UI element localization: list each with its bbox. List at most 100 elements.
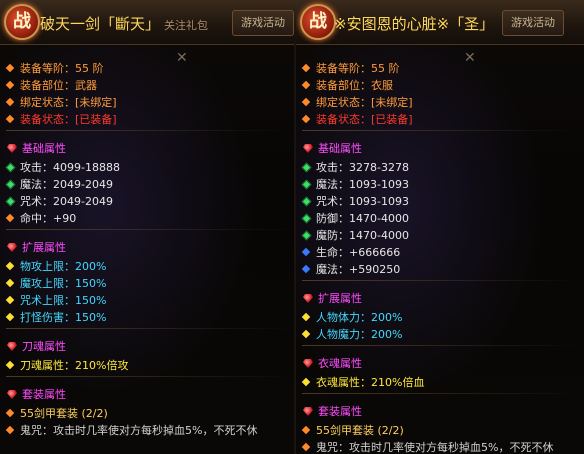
game-event-button[interactable]: 游戏活动 bbox=[502, 10, 564, 36]
tooltip-header: 战 破天一剑「斷天」 关注礼包 游戏活动 bbox=[0, 0, 296, 45]
section-title: 基础属性 bbox=[318, 142, 362, 155]
attribute-text: 装备部位：武器 bbox=[20, 79, 97, 92]
bullet-icon bbox=[301, 114, 311, 124]
attribute-text: 咒术：1093-1093 bbox=[316, 195, 409, 208]
gem-icon bbox=[303, 407, 313, 416]
attribute-text: 人物魔力：200% bbox=[316, 328, 403, 341]
gem-icon bbox=[7, 342, 17, 351]
bullet-icon bbox=[301, 162, 312, 173]
section-title: 基础属性 bbox=[22, 142, 66, 155]
attribute-text: 装备状态：[已装备] bbox=[20, 113, 117, 126]
battle-emblem-icon: 战 bbox=[300, 4, 336, 40]
item-tooltip-armor: 战 ※安图恩的心脏※「圣」 游戏活动 ✕ 装备等阶：55 阶装备部位：衣服 绑定状… bbox=[296, 0, 584, 454]
basic-info-row: 装备部位：武器 bbox=[5, 77, 292, 94]
attribute-text: 攻击：4099-18888 bbox=[20, 161, 120, 174]
extended-attribute-row: 物攻上限：200% bbox=[5, 258, 292, 275]
bullet-icon bbox=[301, 230, 312, 241]
attribute-text: 攻击：3278-3278 bbox=[316, 161, 409, 174]
gem-icon bbox=[303, 144, 313, 153]
bullet-icon bbox=[5, 196, 16, 207]
attribute-text: 衣魂属性：210%倍血 bbox=[316, 376, 425, 389]
item-name: 破天一剑「斷天」 bbox=[40, 15, 161, 33]
section-set-attributes: 套装属性 bbox=[6, 385, 292, 405]
bullet-icon bbox=[301, 442, 311, 452]
attribute-text: 装备状态：[已装备] bbox=[316, 113, 413, 126]
bullet-icon bbox=[301, 264, 311, 274]
set-attribute-row: 55剑甲套装 (2/2) bbox=[5, 405, 292, 422]
attribute-text: 装备等阶：55 阶 bbox=[316, 62, 400, 75]
extended-attribute-row: 咒术上限：150% bbox=[5, 292, 292, 309]
section-base-attributes: 基础属性 bbox=[6, 139, 292, 159]
bullet-icon bbox=[301, 213, 312, 224]
section-title: 刀魂属性 bbox=[22, 340, 66, 353]
section-extended-attributes: 扩展属性 bbox=[302, 289, 580, 309]
base-attribute-row: 魔法：1093-1093 bbox=[301, 176, 580, 193]
base-attribute-row: 命中：+90 bbox=[5, 210, 292, 227]
attribute-text: 生命：+666666 bbox=[316, 246, 401, 259]
gem-icon bbox=[303, 294, 313, 303]
base-attribute-row: 攻击：4099-18888 bbox=[5, 159, 292, 176]
base-attribute-row: 咒术：1093-1093 bbox=[301, 193, 580, 210]
battle-emblem-icon: 战 bbox=[4, 4, 40, 40]
attribute-text: 命中：+90 bbox=[20, 212, 77, 225]
bullet-icon bbox=[301, 80, 311, 90]
soul-attribute-row: 刀魂属性：210%倍攻 bbox=[5, 357, 292, 374]
section-soul-attributes: 衣魂属性 bbox=[302, 354, 580, 374]
section-title: 套装属性 bbox=[22, 388, 66, 401]
base-attribute-row: 魔法：+590250 bbox=[301, 261, 580, 278]
bullet-icon bbox=[5, 213, 15, 223]
attribute-text: 55剑甲套装 (2/2) bbox=[20, 407, 108, 420]
attribute-text: 物攻上限：200% bbox=[20, 260, 107, 273]
attribute-text: 鬼咒：攻击时几率使对方每秒掉血5%，不死不休 bbox=[20, 424, 258, 437]
basic-info-row: 绑定状态：[未绑定] bbox=[5, 94, 292, 111]
basic-info-row: 装备等阶：55 阶 bbox=[301, 60, 580, 77]
bullet-icon bbox=[5, 408, 15, 418]
bullet-icon bbox=[301, 196, 312, 207]
bullet-icon bbox=[5, 425, 15, 435]
game-event-button[interactable]: 游戏活动 bbox=[232, 10, 294, 36]
bullet-icon bbox=[301, 312, 311, 322]
attribute-text: 咒术上限：150% bbox=[20, 294, 107, 307]
bullet-icon bbox=[5, 162, 16, 173]
bullet-icon bbox=[5, 360, 15, 370]
bullet-icon bbox=[5, 312, 15, 322]
attribute-text: 绑定状态：[未绑定] bbox=[20, 96, 117, 109]
base-attribute-row: 生命：+666666 bbox=[301, 244, 580, 261]
attribute-text: 鬼咒：攻击时几率使对方每秒掉血5%，不死不休 bbox=[316, 441, 554, 454]
set-attribute-row: 55剑甲套装 (2/2) bbox=[301, 422, 580, 439]
base-attribute-row: 防御：1470-4000 bbox=[301, 210, 580, 227]
extended-attribute-row: 魔攻上限：150% bbox=[5, 275, 292, 292]
section-title: 套装属性 bbox=[318, 405, 362, 418]
section-title: 扩展属性 bbox=[318, 292, 362, 305]
section-extended-attributes: 扩展属性 bbox=[6, 238, 292, 258]
bullet-icon bbox=[301, 425, 311, 435]
base-attribute-row: 咒术：2049-2049 bbox=[5, 193, 292, 210]
attribute-text: 装备部位：衣服 bbox=[316, 79, 393, 92]
attribute-text: 魔攻上限：150% bbox=[20, 277, 107, 290]
set-attribute-row: 鬼咒：攻击时几率使对方每秒掉血5%，不死不休 bbox=[5, 422, 292, 439]
soul-attribute-row: 衣魂属性：210%倍血 bbox=[301, 374, 580, 391]
bullet-icon bbox=[301, 97, 311, 107]
attribute-text: 刀魂属性：210%倍攻 bbox=[20, 359, 129, 372]
bullet-icon bbox=[5, 97, 15, 107]
section-base-attributes: 基础属性 bbox=[302, 139, 580, 159]
basic-info-row: 装备部位：衣服 bbox=[301, 77, 580, 94]
section-soul-attributes: 刀魂属性 bbox=[6, 337, 292, 357]
attribute-text: 咒术：2049-2049 bbox=[20, 195, 113, 208]
bullet-icon bbox=[5, 295, 15, 305]
bullet-icon bbox=[5, 261, 15, 271]
gem-icon bbox=[7, 144, 17, 153]
bullet-icon bbox=[301, 179, 312, 190]
gift-link[interactable]: 关注礼包 bbox=[164, 19, 208, 32]
bullet-icon bbox=[301, 329, 311, 339]
attribute-text: 55剑甲套装 (2/2) bbox=[316, 424, 404, 437]
item-title: 破天一剑「斷天」 关注礼包 bbox=[40, 13, 208, 34]
attribute-text: 防御：1470-4000 bbox=[316, 212, 409, 225]
attribute-text: 魔防：1470-4000 bbox=[316, 229, 409, 242]
section-title: 扩展属性 bbox=[22, 241, 66, 254]
basic-info-row: 绑定状态：[未绑定] bbox=[301, 94, 580, 111]
section-set-attributes: 套装属性 bbox=[302, 402, 580, 422]
extended-attribute-row: 人物魔力：200% bbox=[301, 326, 580, 343]
basic-info-row: 装备状态：[已装备] bbox=[5, 111, 292, 128]
basic-info-row: 装备等阶：55 阶 bbox=[5, 60, 292, 77]
